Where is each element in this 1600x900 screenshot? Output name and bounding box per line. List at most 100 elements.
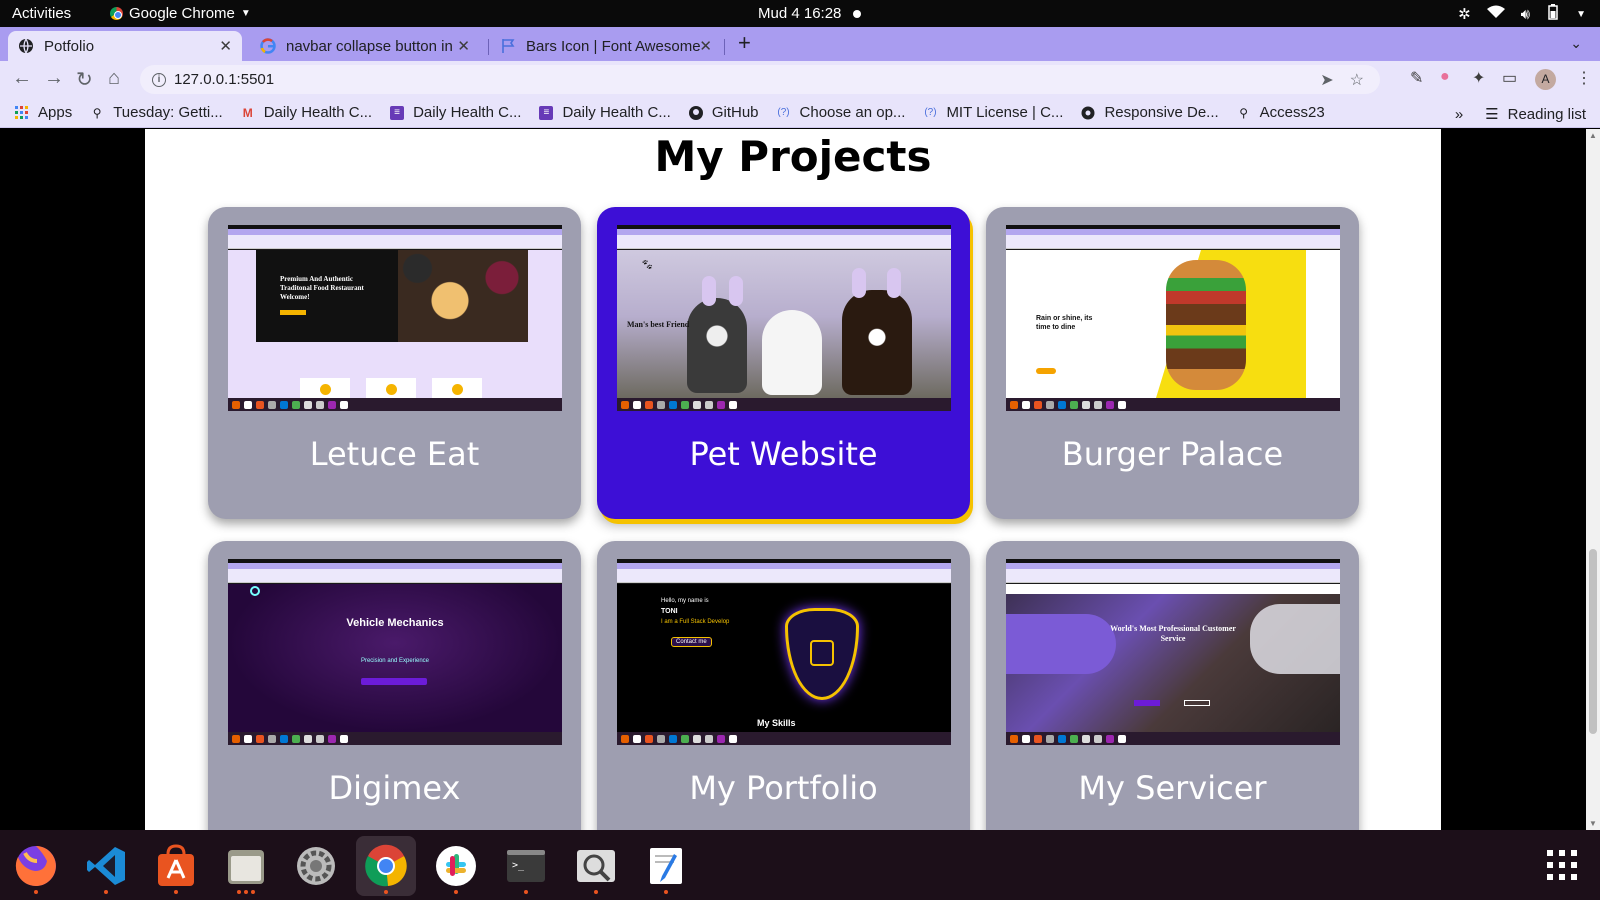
send-tab-icon[interactable]: ➤ — [1320, 70, 1333, 90]
scrollbar-thumb[interactable] — [1589, 549, 1597, 734]
google-icon — [260, 38, 276, 54]
dock-chrome[interactable] — [356, 836, 416, 896]
project-thumbnail: 🐾︎ Man's best Friend — [617, 225, 951, 411]
bookmarks-overflow-button[interactable]: » — [1455, 106, 1463, 123]
thumbnail-cta: Contact me — [671, 637, 712, 647]
extensions-puzzle-icon[interactable]: ✦ — [1472, 68, 1485, 88]
globe-icon — [1081, 106, 1095, 120]
extension-pen-icon[interactable]: ✎ — [1410, 68, 1423, 88]
url-text: 127.0.0.1:5501 — [174, 71, 275, 88]
system-tray[interactable]: ✲ 🔊︎ ▼ — [1458, 4, 1586, 24]
dock-software-center[interactable] — [146, 836, 206, 896]
tab-portfolio[interactable]: Potfolio ✕ — [8, 31, 242, 61]
back-arrow-icon[interactable]: ← — [12, 67, 32, 90]
tab-font-awesome[interactable]: Bars Icon | Font Awesome ✕ — [490, 31, 722, 61]
close-icon[interactable]: ✕ — [219, 37, 232, 55]
activities-button[interactable]: Activities — [12, 5, 71, 22]
bookmark-responsive-design[interactable]: Responsive De... — [1081, 104, 1219, 121]
project-title: Letuce Eat — [309, 435, 480, 473]
bookmark-choose-option[interactable]: (?) Choose an op... — [777, 104, 905, 121]
dock-slack[interactable] — [426, 836, 486, 896]
close-icon[interactable]: ✕ — [699, 37, 712, 55]
tab-search-chevron-icon[interactable]: ⌄ — [1570, 35, 1582, 52]
bookmark-label: Tuesday: Getti... — [113, 104, 223, 121]
bookmark-github[interactable]: GitHub — [688, 104, 759, 121]
thumbnail-headline: Premium And Authentic Traditonal Food Re… — [280, 275, 364, 301]
profile-avatar[interactable]: A — [1535, 69, 1556, 90]
close-icon[interactable]: ✕ — [457, 37, 470, 55]
dock-vscode[interactable] — [76, 836, 136, 896]
dock-terminal[interactable]: >_ — [496, 836, 556, 896]
bookmark-daily-health-form-2[interactable]: ≡ Daily Health C... — [539, 104, 671, 121]
app-menu[interactable]: Google Chrome ▼ — [110, 5, 251, 22]
project-card-pet-website[interactable]: 🐾︎ Man's best Friend Pet Website — [597, 207, 970, 519]
thumbnail-subline: Precision and Experience — [360, 658, 430, 664]
project-card-my-servicer[interactable]: World's Most Professional Customer Servi… — [986, 541, 1359, 830]
page-scrollbar[interactable]: ▲ ▼ — [1586, 129, 1600, 830]
browser-toolbar: ← → ↻ ⌂ i 127.0.0.1:5501 ➤ ☆ ✎ ● ✦ ▭ A ⋮ — [0, 61, 1600, 98]
scroll-up-arrow-icon[interactable]: ▲ — [1589, 131, 1597, 140]
home-icon[interactable]: ⌂ — [108, 67, 120, 90]
project-thumbnail: Hello, my name is TONI I am a Full Stack… — [617, 559, 951, 745]
bookmark-star-icon[interactable]: ☆ — [1350, 70, 1364, 90]
thumbnail-headline: Vehicle Mechanics — [346, 617, 444, 629]
bookmark-label: Daily Health C... — [562, 104, 671, 121]
project-title: Burger Palace — [1061, 435, 1284, 473]
bookmark-label: Apps — [38, 104, 73, 121]
tab-separator — [724, 39, 725, 55]
show-applications-grid-icon[interactable] — [1547, 850, 1577, 880]
clock[interactable]: Mud 4 16:28 — [758, 5, 862, 22]
dock-image-viewer[interactable] — [566, 836, 626, 896]
new-tab-button[interactable]: + — [738, 30, 751, 56]
chrome-icon — [110, 7, 123, 20]
dock-settings[interactable] — [286, 836, 346, 896]
tab-title: Bars Icon | Font Awesome — [526, 37, 701, 55]
svg-text:>_: >_ — [512, 860, 525, 871]
bookmark-apps[interactable]: Apps — [15, 104, 72, 121]
page-viewport: My Projects Premium And Authentic Tradit… — [0, 129, 1600, 830]
address-bar[interactable]: i 127.0.0.1:5501 ➤ ☆ — [140, 65, 1380, 94]
chrome-icon — [365, 844, 407, 887]
reload-icon[interactable]: ↻ — [76, 67, 93, 92]
terminal-icon: >_ — [507, 850, 545, 882]
menu-kebab-icon[interactable]: ⋮ — [1576, 68, 1592, 88]
project-card-letuce-eat[interactable]: Premium And Authentic Traditonal Food Re… — [208, 207, 581, 519]
form-icon: ≡ — [539, 105, 554, 120]
bookmark-mit-license[interactable]: (?) MIT License | C... — [923, 104, 1063, 121]
question-icon: (?) — [777, 106, 790, 118]
thumbnail-headline: Rain or shine, its time to dine — [1036, 315, 1093, 331]
bookmark-daily-health-form-1[interactable]: ≡ Daily Health C... — [390, 104, 521, 121]
scroll-down-arrow-icon[interactable]: ▼ — [1589, 819, 1597, 828]
bookmark-label: Daily Health C... — [263, 104, 373, 121]
tab-navbar-search[interactable]: navbar collapse button in ✕ — [250, 31, 480, 61]
bookmark-access23[interactable]: ⚲ Access23 — [1237, 104, 1324, 121]
clock-text: Mud 4 16:28 — [758, 5, 842, 22]
dock-files[interactable] — [216, 836, 276, 896]
bookmark-label: Responsive De... — [1104, 104, 1219, 121]
bookmark-label: MIT License | C... — [946, 104, 1064, 121]
app-name: Google Chrome — [129, 5, 235, 22]
project-thumbnail: Vehicle Mechanics Precision and Experien… — [228, 559, 562, 745]
info-icon[interactable]: i — [152, 72, 166, 87]
project-card-digimex[interactable]: Vehicle Mechanics Precision and Experien… — [208, 541, 581, 830]
dock-text-editor[interactable] — [636, 836, 696, 896]
project-title: My Portfolio — [689, 769, 878, 807]
cast-icon[interactable]: ▭ — [1502, 68, 1517, 88]
project-thumbnail: World's Most Professional Customer Servi… — [1006, 559, 1340, 745]
extension-record-icon[interactable]: ● — [1440, 68, 1450, 86]
project-card-my-portfolio[interactable]: Hello, my name is TONI I am a Full Stack… — [597, 541, 970, 830]
thumbnail-role: I am a Full Stack Develop — [661, 619, 730, 625]
bookmark-daily-health-gmail[interactable]: M Daily Health C... — [241, 104, 372, 121]
project-title: Digimex — [328, 769, 461, 807]
pin-icon: ⚲ — [1239, 105, 1249, 120]
vscode-icon — [87, 847, 125, 885]
bookmark-tuesday[interactable]: ⚲ Tuesday: Getti... — [90, 104, 223, 121]
dock-firefox[interactable] — [6, 836, 66, 896]
thumbnail-headline: Man's best Friend — [627, 320, 690, 329]
thumbnail-headline: World's Most Professional Customer Servi… — [1110, 624, 1236, 643]
image-viewer-icon — [577, 850, 615, 882]
forward-arrow-icon[interactable]: → — [44, 67, 64, 90]
reading-list-button[interactable]: ☰ Reading list — [1485, 105, 1586, 124]
project-card-burger-palace[interactable]: Rain or shine, its time to dine Burger P… — [986, 207, 1359, 519]
tab-strip: Potfolio ✕ navbar collapse button in ✕ B… — [0, 27, 1600, 61]
